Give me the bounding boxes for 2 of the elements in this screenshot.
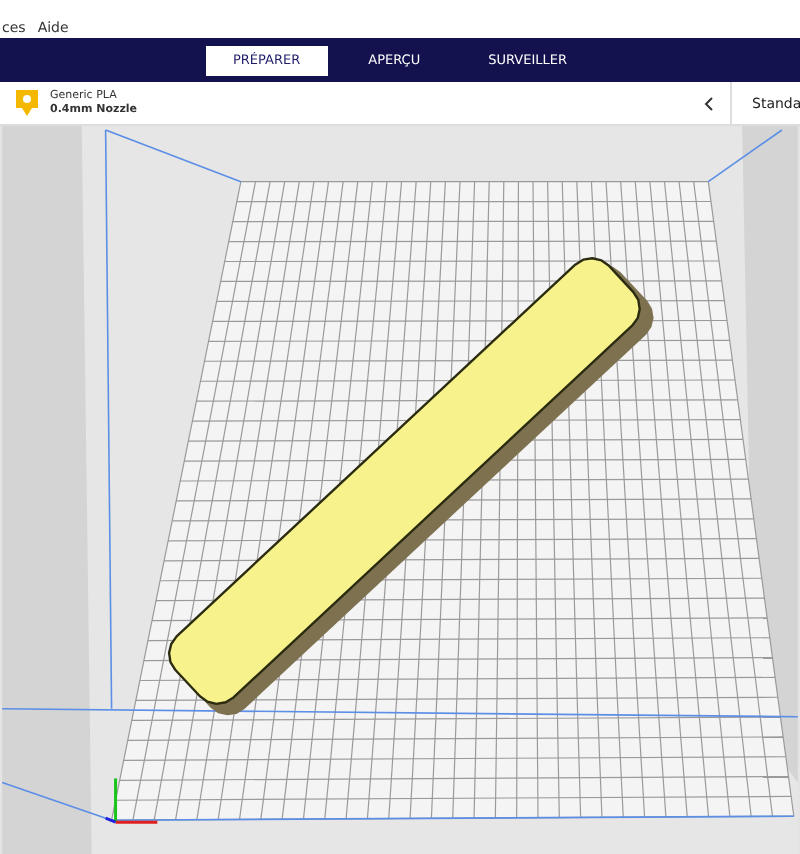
chevron-left-icon[interactable] bbox=[704, 95, 714, 111]
axis-gizmo-drawing bbox=[105, 778, 158, 824]
